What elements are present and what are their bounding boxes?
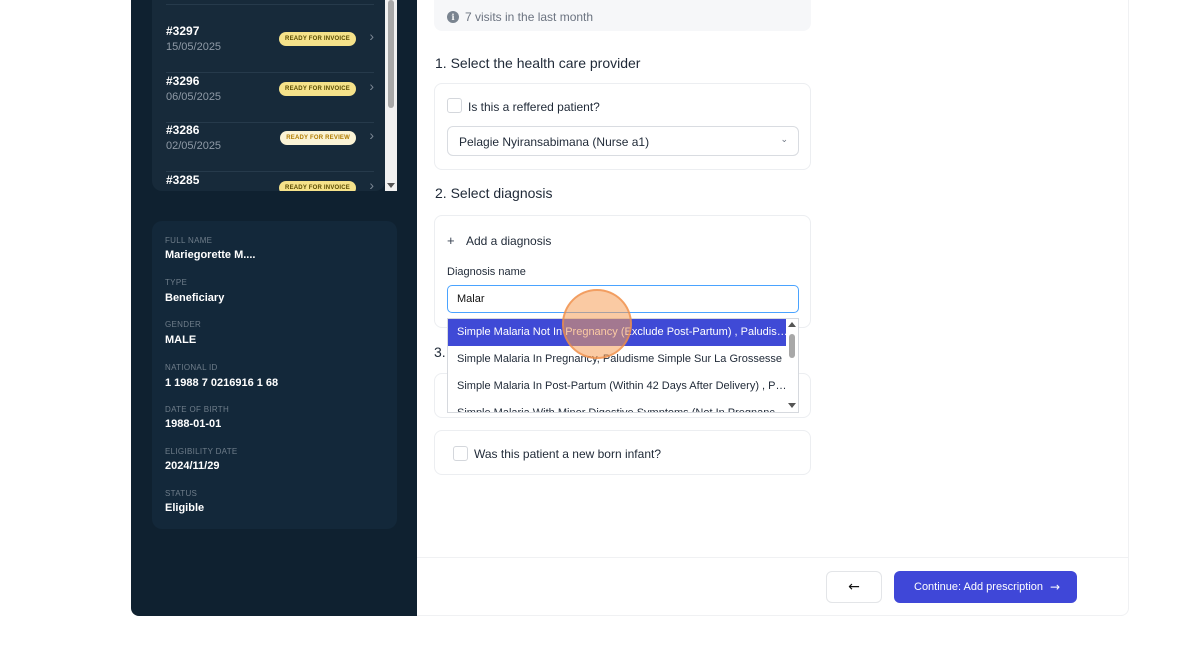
visit-history-list: #3297 15/05/2025 READY FOR INVOICE › #32… [152, 0, 385, 191]
info-value-national-id: 1 1988 7 0216916 1 68 [165, 377, 279, 389]
visit-number: #3286 [166, 123, 200, 137]
info-label-gender: GENDER [165, 320, 202, 329]
info-label-status: STATUS [165, 489, 198, 498]
provider-section-title: 1. Select the health care provider [435, 55, 641, 71]
footer-divider [417, 557, 1129, 558]
arrow-right-icon: → [1049, 580, 1060, 594]
scrollbar-thumb[interactable] [789, 334, 795, 358]
continue-add-prescription-button[interactable]: Continue: Add prescription → [894, 571, 1077, 603]
diagnosis-dropdown[interactable]: Simple Malaria Not In Pregnancy (Exclude… [447, 318, 799, 413]
diagnosis-option[interactable]: Simple Malaria Not In Pregnancy (Exclude… [448, 319, 788, 346]
chevron-right-icon: › [369, 127, 374, 143]
visit-number: #3297 [166, 24, 200, 38]
visit-list-scrollbar[interactable] [385, 0, 397, 191]
visit-number: #3285 [166, 173, 200, 187]
chevron-down-icon: ⌄ [780, 134, 788, 144]
visit-date: 06/05/2025 [166, 91, 222, 103]
visit-list-item[interactable]: #3285 READY FOR INVOICE › [166, 173, 374, 191]
visit-status-badge: READY FOR REVIEW [280, 131, 356, 145]
chevron-right-icon: › [369, 78, 374, 94]
info-value-date-of-birth: 1988-01-01 [165, 418, 222, 430]
chevron-right-icon: › [369, 177, 374, 191]
diagnosis-option[interactable]: Simple Malaria In Post-Partum (Within 42… [448, 373, 788, 400]
visit-date: 02/05/2025 [166, 140, 222, 152]
info-value-full-name: Mariegorette M.... [165, 249, 256, 261]
info-label-full-name: FULL NAME [165, 236, 213, 245]
info-value-gender: MALE [165, 334, 197, 346]
diagnosis-option[interactable]: Simple Malaria With Minor Digestive Symp… [448, 400, 788, 412]
referred-patient-label: Is this a reffered patient? [468, 100, 600, 114]
scroll-down-arrow-icon[interactable] [387, 183, 395, 188]
provider-select-value: Pelagie Nyiransabimana (Nurse a1) [459, 135, 650, 149]
visits-summary-banner: i 7 visits in the last month [434, 0, 811, 31]
info-icon: i [447, 11, 459, 23]
info-label-date-of-birth: DATE OF BIRTH [165, 405, 230, 414]
continue-button-label: Continue: Add prescription [914, 581, 1044, 593]
newborn-label: Was this patient a new born infant? [474, 447, 661, 461]
visit-list-item[interactable]: #3296 06/05/2025 READY FOR INVOICE › [166, 74, 374, 123]
visit-date: 15/05/2025 [166, 41, 222, 53]
back-button[interactable]: ← [826, 571, 882, 603]
info-value-type: Beneficiary [165, 292, 225, 304]
beneficiary-info-card: FULL NAME Mariegorette M.... TYPE Benefi… [152, 221, 397, 529]
scroll-up-arrow-icon[interactable] [788, 322, 796, 327]
provider-select[interactable]: Pelagie Nyiransabimana (Nurse a1) ⌄ [447, 126, 799, 156]
info-value-eligibility-date: 2024/11/29 [165, 460, 220, 472]
referred-patient-checkbox[interactable] [447, 98, 462, 113]
info-label-national-id: NATIONAL ID [165, 363, 218, 372]
info-label-eligibility-date: ELIGIBILITY DATE [165, 447, 238, 456]
dropdown-scrollbar[interactable] [786, 319, 798, 412]
plus-icon[interactable]: + [447, 233, 455, 248]
visit-status-badge: READY FOR INVOICE [279, 181, 356, 191]
diagnosis-name-input[interactable] [447, 285, 799, 313]
section-3-title: 3. [434, 344, 446, 360]
newborn-card: Was this patient a new born infant? [434, 430, 811, 475]
diagnosis-option[interactable]: Simple Malaria In Pregnancy, Paludisme S… [448, 346, 788, 373]
visit-list-item[interactable]: #3297 15/05/2025 READY FOR INVOICE › [166, 24, 374, 73]
provider-card: Is this a reffered patient? Pelagie Nyir… [434, 83, 811, 170]
visit-status-badge: READY FOR INVOICE [279, 32, 356, 46]
add-diagnosis-button[interactable]: Add a diagnosis [466, 234, 551, 248]
info-label-type: TYPE [165, 278, 188, 287]
visits-summary-text: 7 visits in the last month [465, 10, 594, 24]
scrollbar-thumb[interactable] [388, 0, 394, 108]
diagnosis-section-title: 2. Select diagnosis [435, 185, 553, 201]
chevron-right-icon: › [369, 28, 374, 44]
visit-status-badge: READY FOR INVOICE [279, 82, 356, 96]
info-value-status: Eligible [165, 502, 205, 514]
newborn-checkbox[interactable] [453, 446, 468, 461]
scroll-down-arrow-icon[interactable] [788, 403, 796, 408]
diagnosis-name-label: Diagnosis name [447, 266, 526, 278]
visit-list-item[interactable]: #3286 02/05/2025 READY FOR REVIEW › [166, 123, 374, 172]
visit-number: #3296 [166, 74, 200, 88]
visit-list-item[interactable] [166, 0, 374, 5]
